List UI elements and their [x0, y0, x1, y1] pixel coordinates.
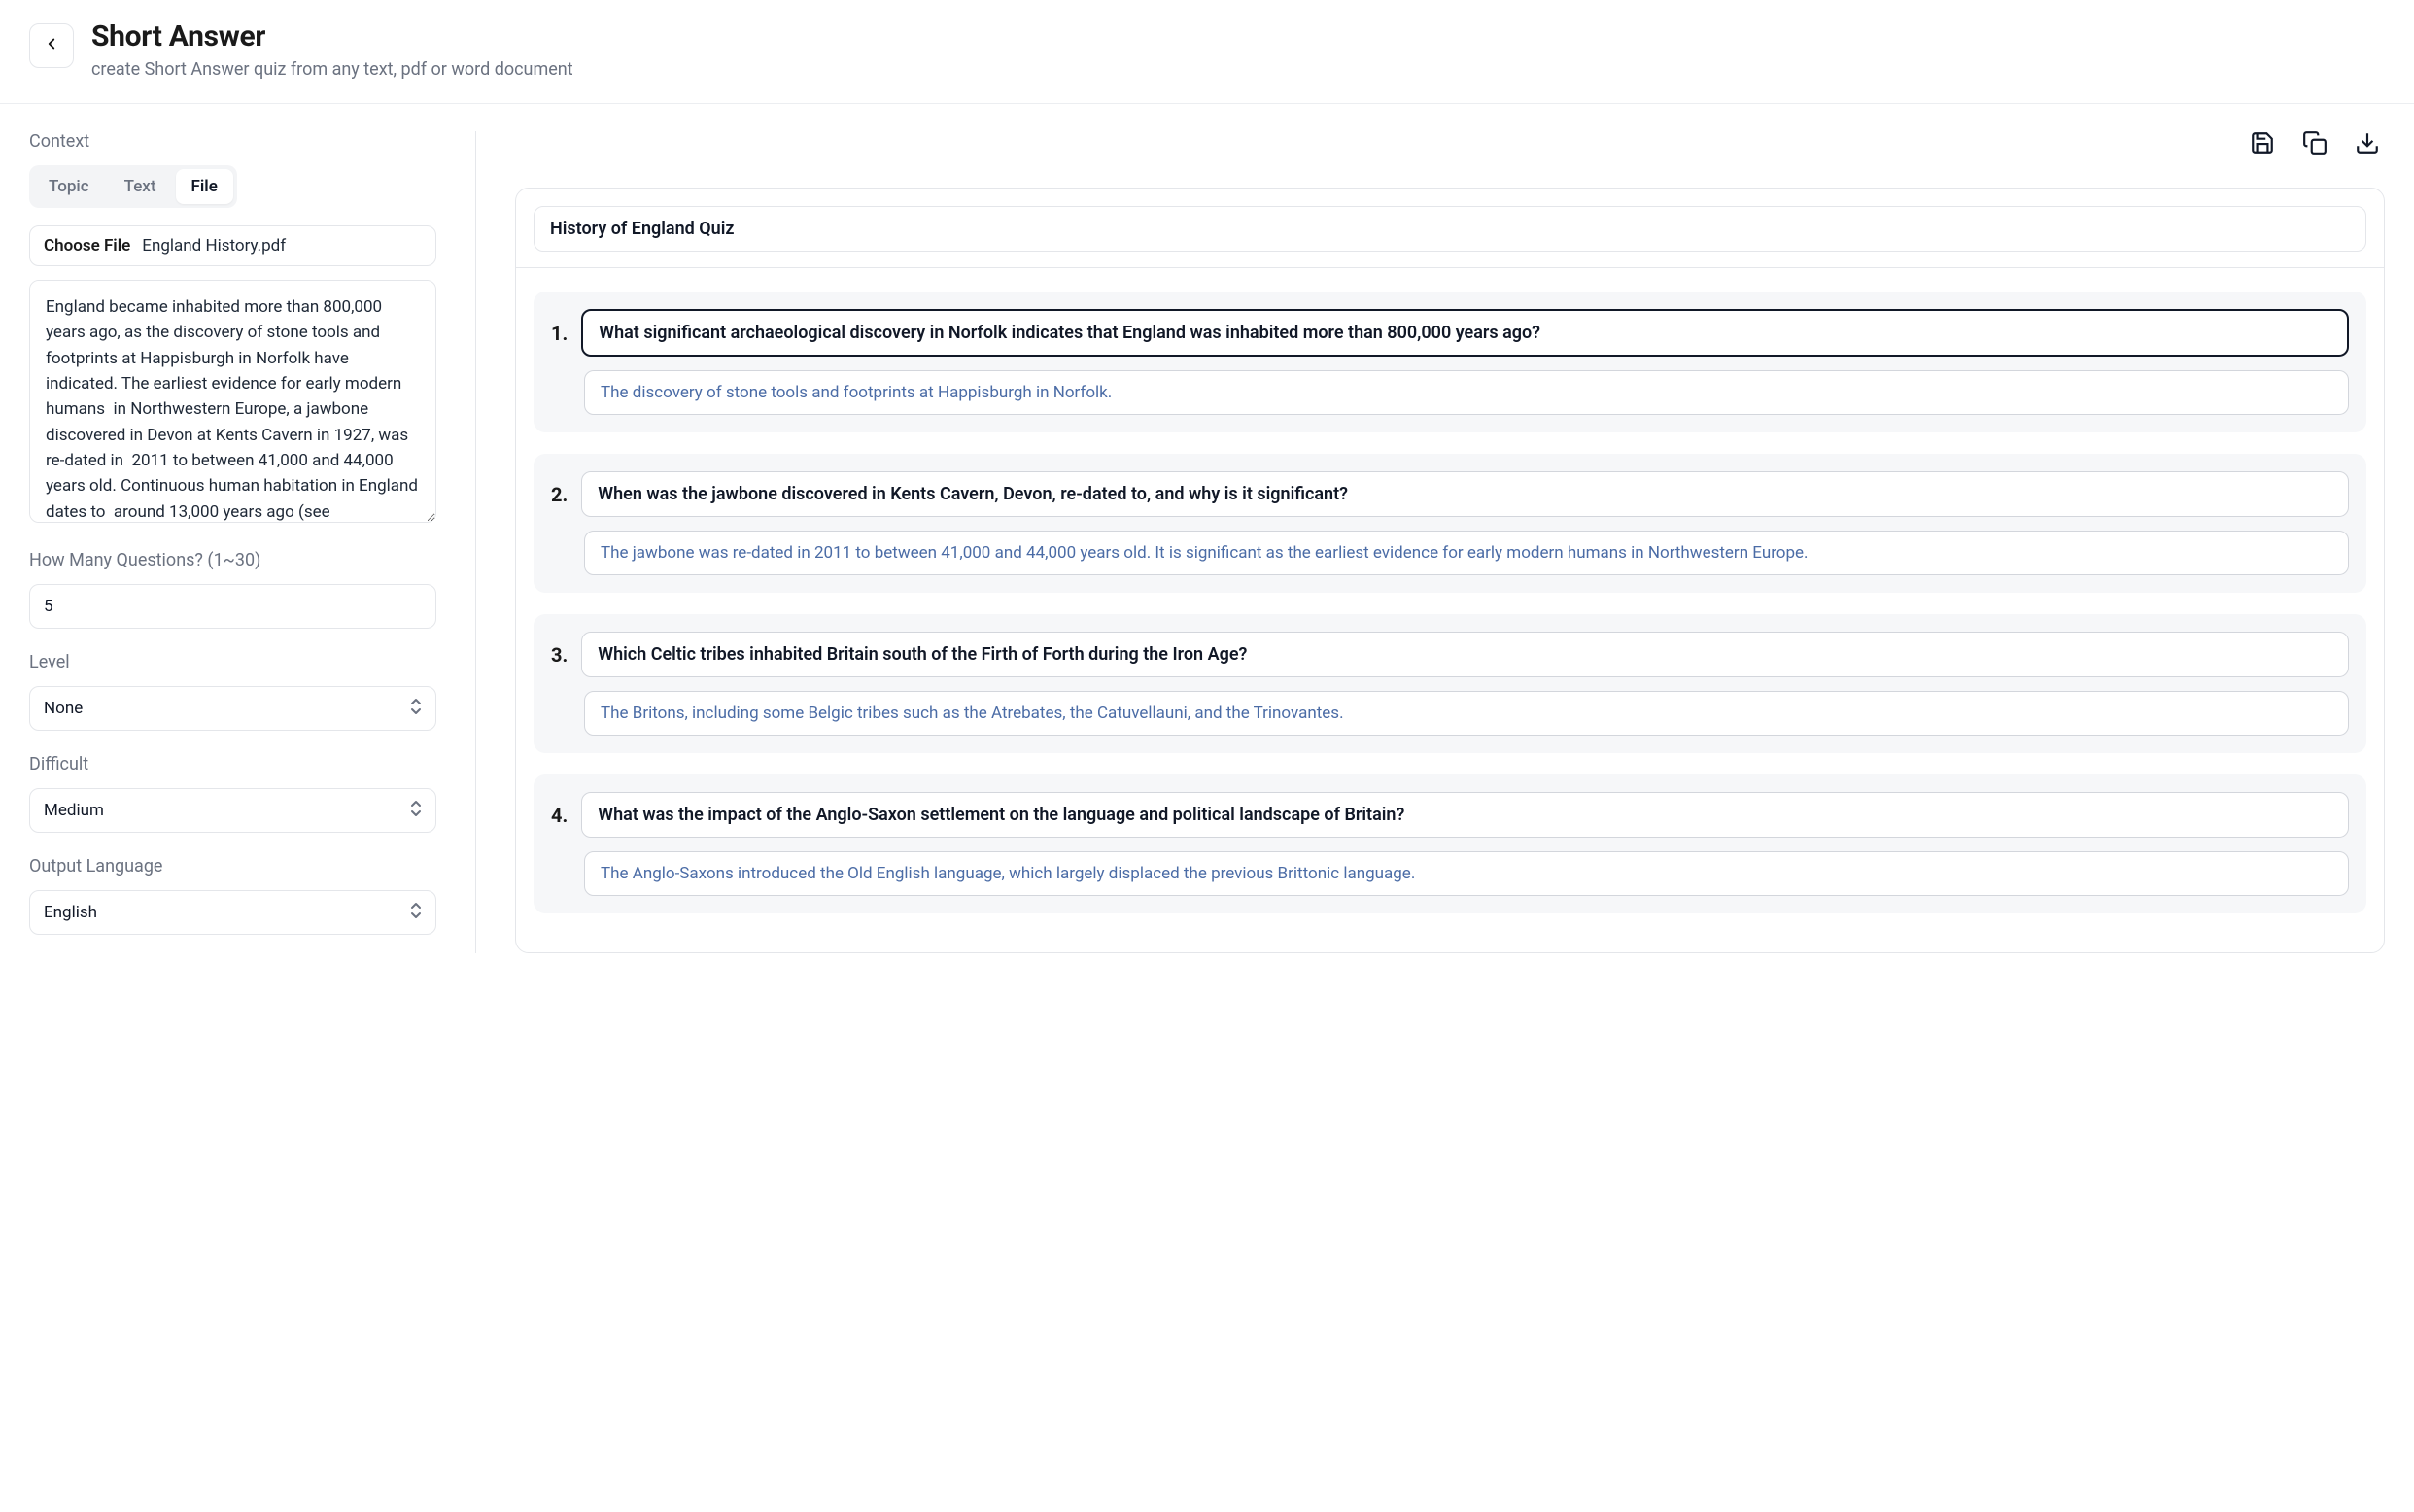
question-number: 4.: [551, 804, 568, 827]
level-label: Level: [29, 652, 436, 672]
right-panel: 1. 2. 3. 4.: [476, 131, 2385, 953]
back-button[interactable]: [29, 23, 74, 68]
chosen-file-name: England History.pdf: [142, 236, 286, 256]
answer-input[interactable]: [584, 370, 2349, 415]
context-label: Context: [29, 131, 436, 152]
question-input[interactable]: [581, 632, 2349, 677]
quiz-container: 1. 2. 3. 4.: [515, 188, 2385, 953]
level-select[interactable]: None: [29, 686, 436, 731]
context-textarea[interactable]: [29, 280, 436, 523]
question-input[interactable]: [581, 471, 2349, 517]
output-language-select[interactable]: English: [29, 890, 436, 935]
left-panel: Context Topic Text File Choose File Engl…: [29, 131, 476, 953]
main-layout: Context Topic Text File Choose File Engl…: [0, 104, 2414, 953]
quiz-toolbar: [515, 131, 2385, 158]
tab-file[interactable]: File: [176, 169, 233, 204]
question-card: 4.: [534, 774, 2366, 913]
download-icon: [2355, 130, 2380, 159]
download-button[interactable]: [2354, 131, 2381, 158]
copy-icon: [2302, 130, 2328, 159]
answer-input[interactable]: [584, 851, 2349, 896]
question-input[interactable]: [581, 309, 2349, 357]
answer-input[interactable]: [584, 531, 2349, 575]
question-card: 3.: [534, 614, 2366, 753]
question-number: 3.: [551, 643, 568, 667]
tab-text[interactable]: Text: [109, 169, 172, 204]
choose-file-label: Choose File: [44, 236, 130, 256]
quiz-title-input[interactable]: [534, 206, 2366, 252]
difficult-label: Difficult: [29, 754, 436, 774]
copy-button[interactable]: [2301, 131, 2328, 158]
page-title: Short Answer: [91, 19, 573, 53]
page-header: Short Answer create Short Answer quiz fr…: [0, 0, 2414, 104]
how-many-label: How Many Questions? (1~30): [29, 550, 436, 570]
output-language-label: Output Language: [29, 856, 436, 876]
answer-input[interactable]: [584, 691, 2349, 736]
tab-topic[interactable]: Topic: [33, 169, 105, 204]
question-number: 2.: [551, 483, 568, 506]
question-number: 1.: [551, 322, 568, 345]
question-card: 1.: [534, 292, 2366, 432]
question-input[interactable]: [581, 792, 2349, 838]
how-many-input[interactable]: [29, 584, 436, 629]
difficult-select[interactable]: Medium: [29, 788, 436, 833]
save-button[interactable]: [2249, 131, 2276, 158]
file-chooser[interactable]: Choose File England History.pdf: [29, 225, 436, 266]
context-textarea-wrap: [29, 280, 436, 527]
question-card: 2.: [534, 454, 2366, 593]
header-titles: Short Answer create Short Answer quiz fr…: [91, 19, 573, 80]
divider: [516, 267, 2384, 268]
save-icon: [2250, 130, 2275, 159]
context-tabs: Topic Text File: [29, 165, 237, 208]
chevron-left-icon: [43, 35, 60, 56]
page-subtitle: create Short Answer quiz from any text, …: [91, 59, 573, 80]
